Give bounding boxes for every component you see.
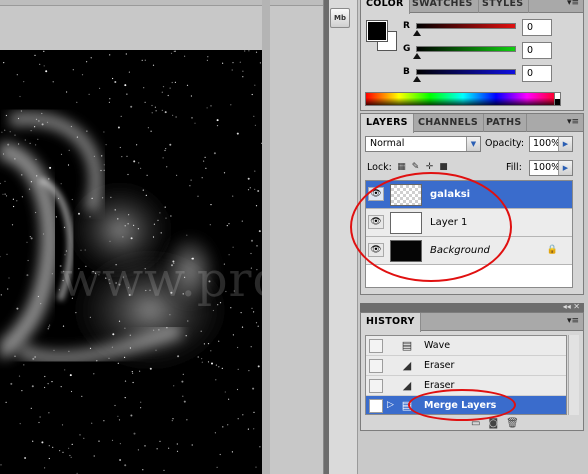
eraser-icon: ◢ (402, 359, 412, 372)
blue-value-field[interactable]: 0 (522, 65, 552, 82)
channel-label-r: R (403, 21, 410, 31)
document-icon: ▤ (401, 399, 413, 412)
tab-channels[interactable]: CHANNELS (413, 114, 484, 132)
layers-panel-tabbar: LAYERS CHANNELS PATHS ▾≡ (361, 114, 583, 133)
panel-menu-icon[interactable]: ▾≡ (567, 316, 579, 326)
layer-row-galaksi[interactable]: 👁 galaksi (366, 181, 572, 209)
history-panel-tabbar: HISTORY ▾≡ (361, 313, 583, 332)
channel-label-b: B (403, 67, 410, 77)
opacity-value: 100% (533, 138, 561, 149)
lock-paint-brush-icon[interactable]: ✎ (410, 162, 421, 173)
black-white-swatch[interactable] (554, 92, 561, 106)
camera-icon[interactable]: ◙ (488, 418, 498, 429)
history-label: Eraser (424, 360, 455, 371)
eye-icon[interactable]: 👁 (368, 187, 384, 201)
lock-icon: 🔒 (546, 245, 558, 255)
history-source-checkbox[interactable] (369, 399, 383, 413)
layer-name[interactable]: Background (430, 245, 490, 256)
eye-icon[interactable]: 👁 (368, 215, 384, 229)
document-image[interactable]: www.programla.com (0, 50, 262, 474)
panel-dock-strip (323, 0, 358, 474)
dock-separator[interactable] (324, 0, 329, 474)
chevron-down-icon[interactable]: ▼ (466, 137, 480, 151)
document-canvas-area[interactable]: www.programla.com (0, 0, 323, 474)
history-item-eraser[interactable]: ◢ Eraser (366, 376, 566, 396)
history-source-checkbox[interactable] (369, 339, 383, 353)
history-label: Wave (424, 340, 451, 351)
history-source-checkbox[interactable] (369, 379, 383, 393)
tab-swatches[interactable]: SWATCHES (407, 0, 479, 13)
document-icon: ▤ (401, 339, 413, 352)
new-document-icon[interactable]: ▭ (471, 418, 480, 429)
fill-label: Fill: (506, 162, 522, 173)
channel-label-g: G (403, 44, 411, 54)
panel-menu-icon[interactable]: ▾≡ (567, 117, 579, 127)
red-value-field[interactable]: 0 (522, 19, 552, 36)
fill-value: 100% (533, 162, 561, 173)
double-arrow-icon[interactable]: ◂◂ ✕ (563, 302, 580, 311)
layer-thumbnail (390, 184, 422, 206)
layer-row-background[interactable]: 👁 Background 🔒 (366, 237, 572, 265)
green-value-field[interactable]: 0 (522, 42, 552, 59)
galaxy-artwork (0, 50, 262, 474)
eraser-icon: ◢ (402, 379, 412, 392)
trash-icon[interactable]: 🗑 (506, 418, 519, 429)
mini-bridge-icon[interactable]: Mb (330, 8, 350, 28)
lock-all-icon[interactable]: ■ (438, 162, 449, 173)
history-item-eraser[interactable]: ◢ Eraser (366, 356, 566, 376)
opacity-field[interactable]: 100% ▶ (529, 136, 573, 152)
panel-bottom-empty-area (358, 432, 588, 474)
color-spectrum-bar[interactable] (365, 92, 561, 106)
blue-slider[interactable] (416, 69, 516, 75)
history-label: Eraser (424, 380, 455, 391)
red-slider[interactable] (416, 23, 516, 29)
red-slider-thumb[interactable] (413, 30, 421, 36)
layer-name[interactable]: galaksi (430, 189, 470, 200)
history-scrollbar[interactable] (568, 335, 579, 415)
blend-mode-value: Normal (370, 138, 405, 149)
tab-color[interactable]: COLOR (361, 0, 410, 14)
lock-label: Lock: (367, 162, 392, 173)
opacity-arrow-icon[interactable]: ▶ (558, 137, 572, 151)
tab-history[interactable]: HISTORY (361, 313, 421, 332)
history-item-wave[interactable]: ▤ Wave (366, 336, 566, 356)
layer-thumbnail (390, 212, 422, 234)
green-slider-thumb[interactable] (413, 53, 421, 59)
history-footer: ▭ ◙ 🗑 (471, 418, 519, 429)
opacity-label: Opacity: (485, 138, 525, 149)
layer-row-layer-1[interactable]: 👁 Layer 1 (366, 209, 572, 237)
history-state-marker-icon: ▷ (387, 400, 394, 410)
lock-transparent-icon[interactable]: ▦ (396, 162, 407, 173)
history-panel-grip[interactable]: ◂◂ ✕ (360, 302, 584, 312)
color-panel: COLOR SWATCHES STYLES ▾≡ R 0 G 0 B 0 (360, 0, 584, 111)
fill-field[interactable]: 100% ▶ (529, 160, 573, 176)
panel-menu-icon[interactable]: ▾≡ (567, 0, 579, 8)
layers-panel: LAYERS CHANNELS PATHS ▾≡ Normal ▼ Opacit… (360, 113, 584, 295)
layer-thumbnail (390, 240, 422, 262)
history-label: Merge Layers (424, 400, 497, 411)
history-list: ▤ Wave ◢ Eraser ◢ Eraser ▷ ▤ Merge Layer… (365, 335, 567, 415)
color-panel-tabbar: COLOR SWATCHES STYLES ▾≡ (361, 0, 583, 14)
lock-options: ▦ ✎ ✛ ■ (396, 162, 449, 173)
mini-bridge-label: Mb (334, 14, 346, 22)
green-slider[interactable] (416, 46, 516, 52)
blue-slider-thumb[interactable] (413, 76, 421, 82)
tab-layers[interactable]: LAYERS (361, 114, 414, 133)
fill-arrow-icon[interactable]: ▶ (558, 161, 572, 175)
tab-paths[interactable]: PATHS (481, 114, 528, 132)
history-panel: HISTORY ▾≡ ▤ Wave ◢ Eraser ◢ Eraser ▷ ▤ … (360, 312, 584, 431)
canvas-page-edge (262, 0, 270, 474)
tab-styles[interactable]: STYLES (477, 0, 530, 13)
layer-name[interactable]: Layer 1 (430, 217, 467, 228)
blend-mode-select[interactable]: Normal ▼ (365, 136, 481, 152)
history-source-checkbox[interactable] (369, 359, 383, 373)
layer-list: 👁 galaksi 👁 Layer 1 👁 Background 🔒 (365, 180, 573, 288)
eye-icon[interactable]: 👁 (368, 243, 384, 257)
lock-move-icon[interactable]: ✛ (424, 162, 435, 173)
foreground-color-swatch[interactable] (366, 20, 388, 42)
history-item-merge-layers[interactable]: ▷ ▤ Merge Layers (366, 396, 566, 414)
canvas-top-border (0, 0, 323, 6)
